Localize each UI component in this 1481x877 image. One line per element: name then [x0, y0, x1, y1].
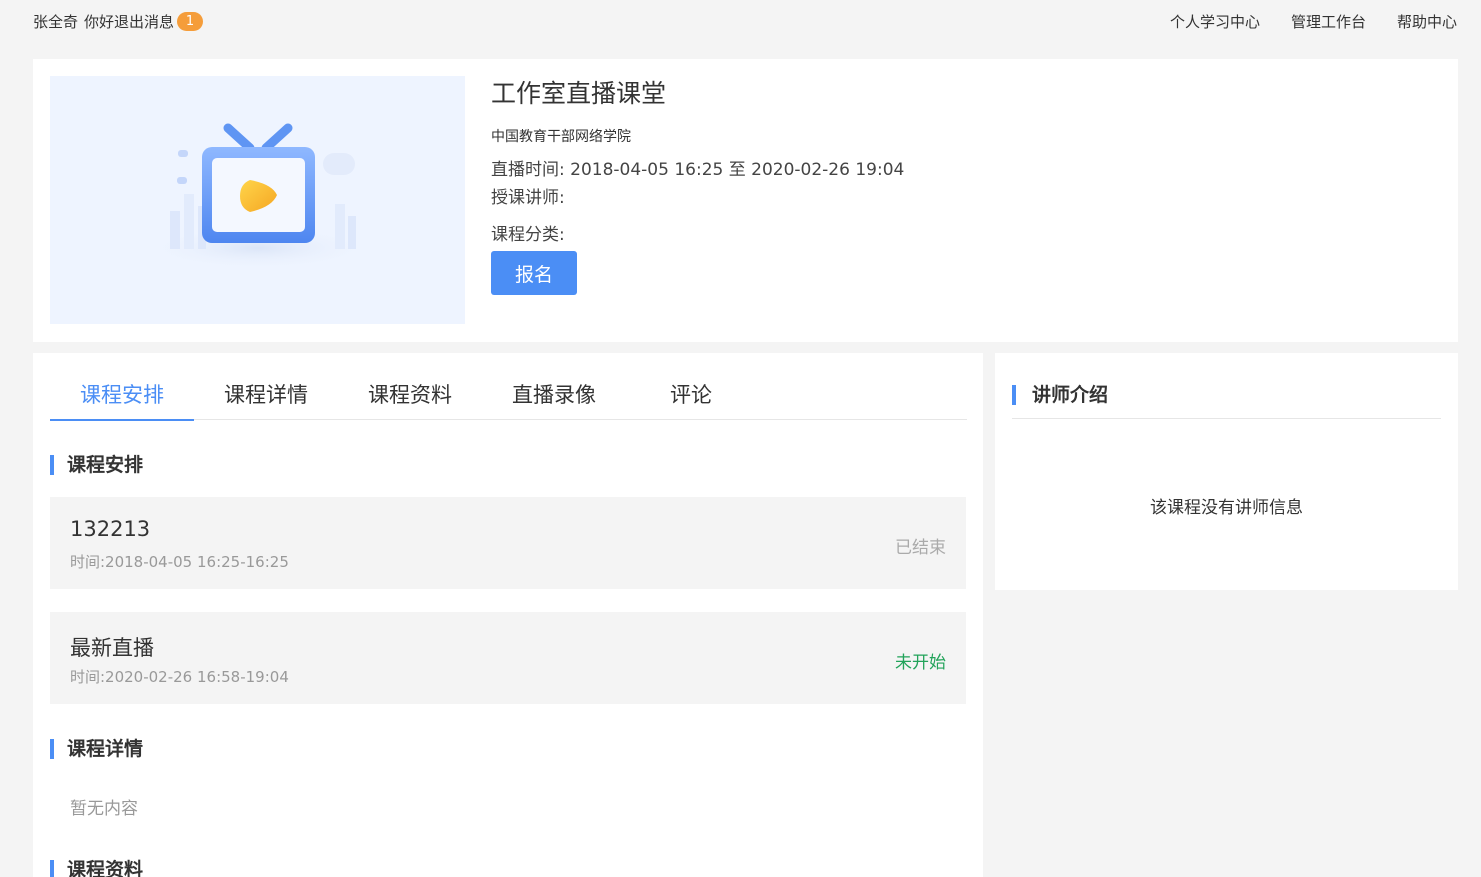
signup-button[interactable]: 报名 [491, 251, 577, 295]
live-time-value: 2018-04-05 16:25 至 2020-02-26 19:04 [570, 160, 905, 180]
user-name: 张全奇 [33, 13, 79, 31]
details-empty-text: 暂无内容 [70, 799, 138, 819]
personal-learning-center-link[interactable]: 个人学习中心 [1170, 11, 1260, 32]
messages-label: 消息 [144, 13, 175, 31]
course-cover-image [50, 76, 465, 324]
session-time: 时间:2018-04-05 16:25-16:25 [70, 553, 289, 571]
admin-workbench-link[interactable]: 管理工作台 [1291, 11, 1366, 32]
tab-schedule[interactable]: 课程安排 [50, 375, 194, 421]
instructor-label: 授课讲师: [491, 188, 565, 208]
course-header-card: 工作室直播课堂 中国教育干部网络学院 直播时间: 2018-04-05 16:2… [33, 59, 1458, 342]
course-organization: 中国教育干部网络学院 [491, 129, 631, 145]
schedule-section-title: 课程安排 [50, 453, 143, 477]
tab-details[interactable]: 课程详情 [194, 375, 338, 420]
session-item[interactable]: 132213 时间:2018-04-05 16:25-16:25 已结束 [50, 497, 966, 589]
live-time: 直播时间: 2018-04-05 16:25 至 2020-02-26 19:0… [491, 156, 904, 184]
greeting-text: 你好 [84, 13, 115, 31]
tab-recordings[interactable]: 直播录像 [482, 375, 626, 420]
instructor-empty-text: 该课程没有讲师信息 [1150, 498, 1303, 518]
user-greeting: 张全奇 你好 [33, 11, 114, 32]
session-status: 已结束 [895, 538, 946, 558]
category-label: 课程分类: [491, 225, 565, 245]
session-time: 时间:2020-02-26 16:58-19:04 [70, 668, 289, 686]
tab-materials[interactable]: 课程资料 [338, 375, 482, 420]
instructor-panel: 讲师介绍 该课程没有讲师信息 [995, 353, 1458, 590]
session-name: 132213 [70, 517, 151, 541]
top-bar: 张全奇 你好 退出 消息 1 个人学习中心 管理工作台 帮助中心 [0, 0, 1481, 42]
materials-section-title: 课程资料 [50, 858, 143, 877]
course-content-panel: 课程安排 课程详情 课程资料 直播录像 评论 课程安排 132213 时间:20… [33, 353, 983, 877]
logout-link[interactable]: 退出 [114, 11, 144, 32]
course-info: 工作室直播课堂 中国教育干部网络学院 直播时间: 2018-04-05 16:2… [491, 77, 904, 295]
course-tabs: 课程安排 课程详情 课程资料 直播录像 评论 [50, 375, 967, 421]
live-time-label: 直播时间: [491, 160, 565, 180]
session-status: 未开始 [895, 653, 946, 673]
help-center-link[interactable]: 帮助中心 [1397, 11, 1457, 32]
instructor-panel-title: 讲师介绍 [1012, 383, 1441, 419]
tv-play-icon [143, 123, 373, 270]
session-item[interactable]: 最新直播 时间:2020-02-26 16:58-19:04 未开始 [50, 612, 966, 704]
messages-link[interactable]: 消息 1 [144, 11, 204, 32]
course-title: 工作室直播课堂 [491, 79, 667, 108]
details-section-title: 课程详情 [50, 737, 143, 761]
session-name: 最新直播 [70, 636, 154, 660]
tab-comments[interactable]: 评论 [626, 375, 756, 420]
messages-count-badge: 1 [177, 12, 204, 31]
